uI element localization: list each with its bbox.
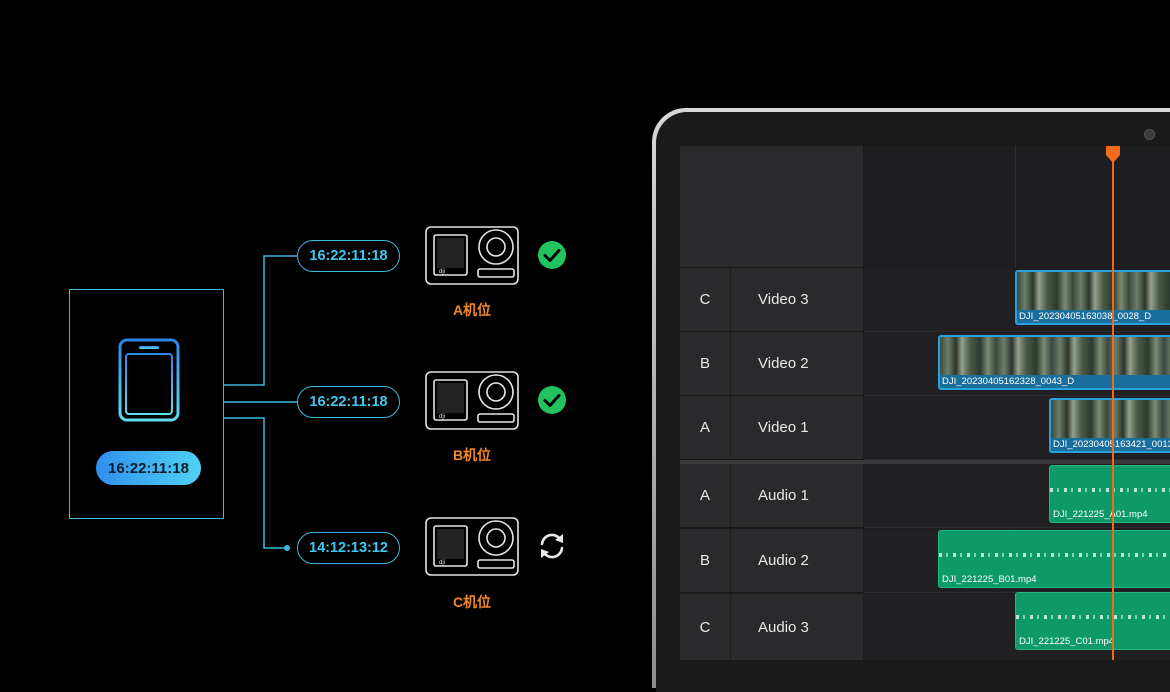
track-letter: C <box>680 268 731 331</box>
camera-b-label: B机位 <box>452 447 492 463</box>
track-letter: B <box>680 529 731 592</box>
clip-filename: DJI_20230405162328_0043_D <box>942 376 1075 387</box>
svg-text:dji: dji <box>439 269 445 275</box>
audio-waveform <box>1050 488 1170 492</box>
track-header-audio-3[interactable]: C Audio 3 <box>680 594 863 660</box>
action-camera-icon: dji <box>425 517 519 576</box>
audio-clip[interactable]: DJI_221225_B01.mp4 <box>938 530 1170 588</box>
track-name: Audio 2 <box>758 552 809 569</box>
track-header-audio-1[interactable]: A Audio 1 <box>680 464 863 528</box>
track-letter: B <box>680 332 731 395</box>
track-letter: A <box>680 464 731 527</box>
webcam-icon <box>1144 129 1155 140</box>
camera-a-label: A机位 <box>452 302 492 318</box>
phone-icon <box>118 338 180 422</box>
track-header-top <box>680 146 863 268</box>
svg-text:dji: dji <box>439 560 445 566</box>
audio-waveform <box>939 553 1170 557</box>
check-circle-icon <box>538 241 566 269</box>
action-camera-icon: dji <box>425 226 519 285</box>
clip-thumbnails <box>1051 400 1170 438</box>
track-letter: A <box>680 396 731 459</box>
sync-refresh-icon <box>540 533 564 559</box>
track-name: Audio 1 <box>758 487 809 504</box>
camera-b-timecode-pill: 16:22:11:18 <box>297 386 400 418</box>
video-clip[interactable]: DJI_20230405162328_0043_D <box>938 335 1170 390</box>
clip-thumbnails <box>940 337 1170 375</box>
audio-clip[interactable]: DJI_221225_A01.mp4 <box>1049 465 1170 523</box>
track-header-audio-2[interactable]: B Audio 2 <box>680 529 863 593</box>
camera-a-timecode-pill: 16:22:11:18 <box>297 240 400 272</box>
action-camera-icon: dji <box>425 371 519 430</box>
audio-waveform <box>1016 615 1170 619</box>
clip-filename: DJI_20230405163038_0028_D <box>1019 311 1152 322</box>
track-name: Audio 3 <box>758 618 809 636</box>
clip-filename: DJI_221225_C01.mp4 <box>1019 636 1115 647</box>
video-clip[interactable]: DJI_20230405163038_0028_D <box>1015 270 1170 325</box>
svg-text:dji: dji <box>439 414 445 420</box>
video-editor-timeline: C Video 3 DJI_20230405163038_0028_D B Vi… <box>680 146 1170 660</box>
camera-c-label: C机位 <box>452 594 492 610</box>
playhead-marker-icon[interactable] <box>1105 146 1121 164</box>
camera-c-timecode-pill: 14:12:13:12 <box>297 532 400 564</box>
track-name: Video 1 <box>758 419 809 436</box>
master-timecode-pill: 16:22:11:18 <box>96 451 201 485</box>
timeline-ruler-area <box>864 146 1170 267</box>
track-header-video-2[interactable]: B Video 2 <box>680 332 863 396</box>
audio-clip[interactable]: DJI_221225_C01.mp4 <box>1015 592 1170 650</box>
clip-filename: DJI_221225_A01.mp4 <box>1053 509 1148 520</box>
track-name: Video 2 <box>758 355 809 372</box>
video-clip[interactable]: DJI_20230405163421_0013_ <box>1049 398 1170 453</box>
check-circle-icon <box>538 386 566 414</box>
clip-filename: DJI_221225_B01.mp4 <box>942 574 1037 585</box>
track-letter: C <box>680 594 731 660</box>
track-header-video-1[interactable]: A Video 1 <box>680 396 863 460</box>
playhead-line[interactable] <box>1112 146 1114 660</box>
track-header-video-3[interactable]: C Video 3 <box>680 268 863 332</box>
track-name: Video 3 <box>758 291 809 308</box>
clip-thumbnails <box>1017 272 1170 310</box>
